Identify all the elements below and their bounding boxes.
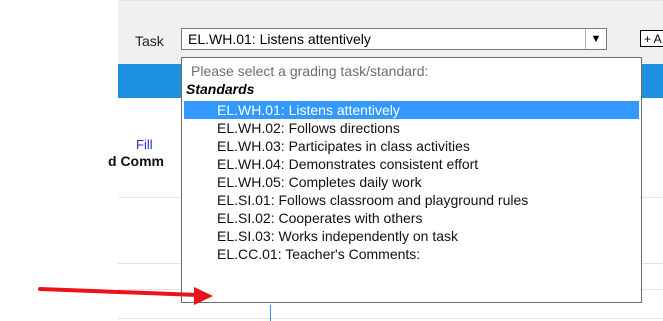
dropdown-option[interactable]: EL.CC.01: Teacher's Comments:	[184, 245, 639, 263]
dropdown-option[interactable]: EL.WH.03: Participates in class activiti…	[184, 137, 639, 155]
dropdown-option[interactable]: EL.WH.04: Demonstrates consistent effort	[184, 155, 639, 173]
grid-divider	[270, 305, 271, 321]
dropdown-option[interactable]: EL.WH.01: Listens attentively	[184, 101, 639, 119]
fill-link[interactable]: Fill	[136, 137, 153, 152]
dropdown-option[interactable]: EL.WH.05: Completes daily work	[184, 173, 639, 191]
dropdown-option[interactable]: EL.SI.02: Cooperates with others	[184, 209, 639, 227]
add-button[interactable]: + A	[640, 30, 663, 47]
task-select[interactable]: EL.WH.01: Listens attentively ▼	[181, 28, 607, 50]
dropdown-option[interactable]: EL.WH.02: Follows directions	[184, 119, 639, 137]
dropdown-placeholder[interactable]: Please select a grading task/standard:	[191, 63, 428, 79]
dropdown-option[interactable]: EL.SI.01: Follows classroom and playgrou…	[184, 191, 639, 209]
chevron-down-icon[interactable]: ▼	[585, 29, 606, 49]
task-label: Task	[135, 33, 164, 49]
grid-line	[118, 318, 663, 319]
comments-column-header: d Comm	[108, 153, 164, 169]
dropdown-option[interactable]: EL.SI.03: Works independently on task	[184, 227, 639, 245]
task-dropdown-list: Please select a grading task/standard: S…	[181, 57, 642, 303]
dropdown-group-label: Standards	[186, 81, 255, 97]
task-select-value: EL.WH.01: Listens attentively	[188, 31, 371, 47]
